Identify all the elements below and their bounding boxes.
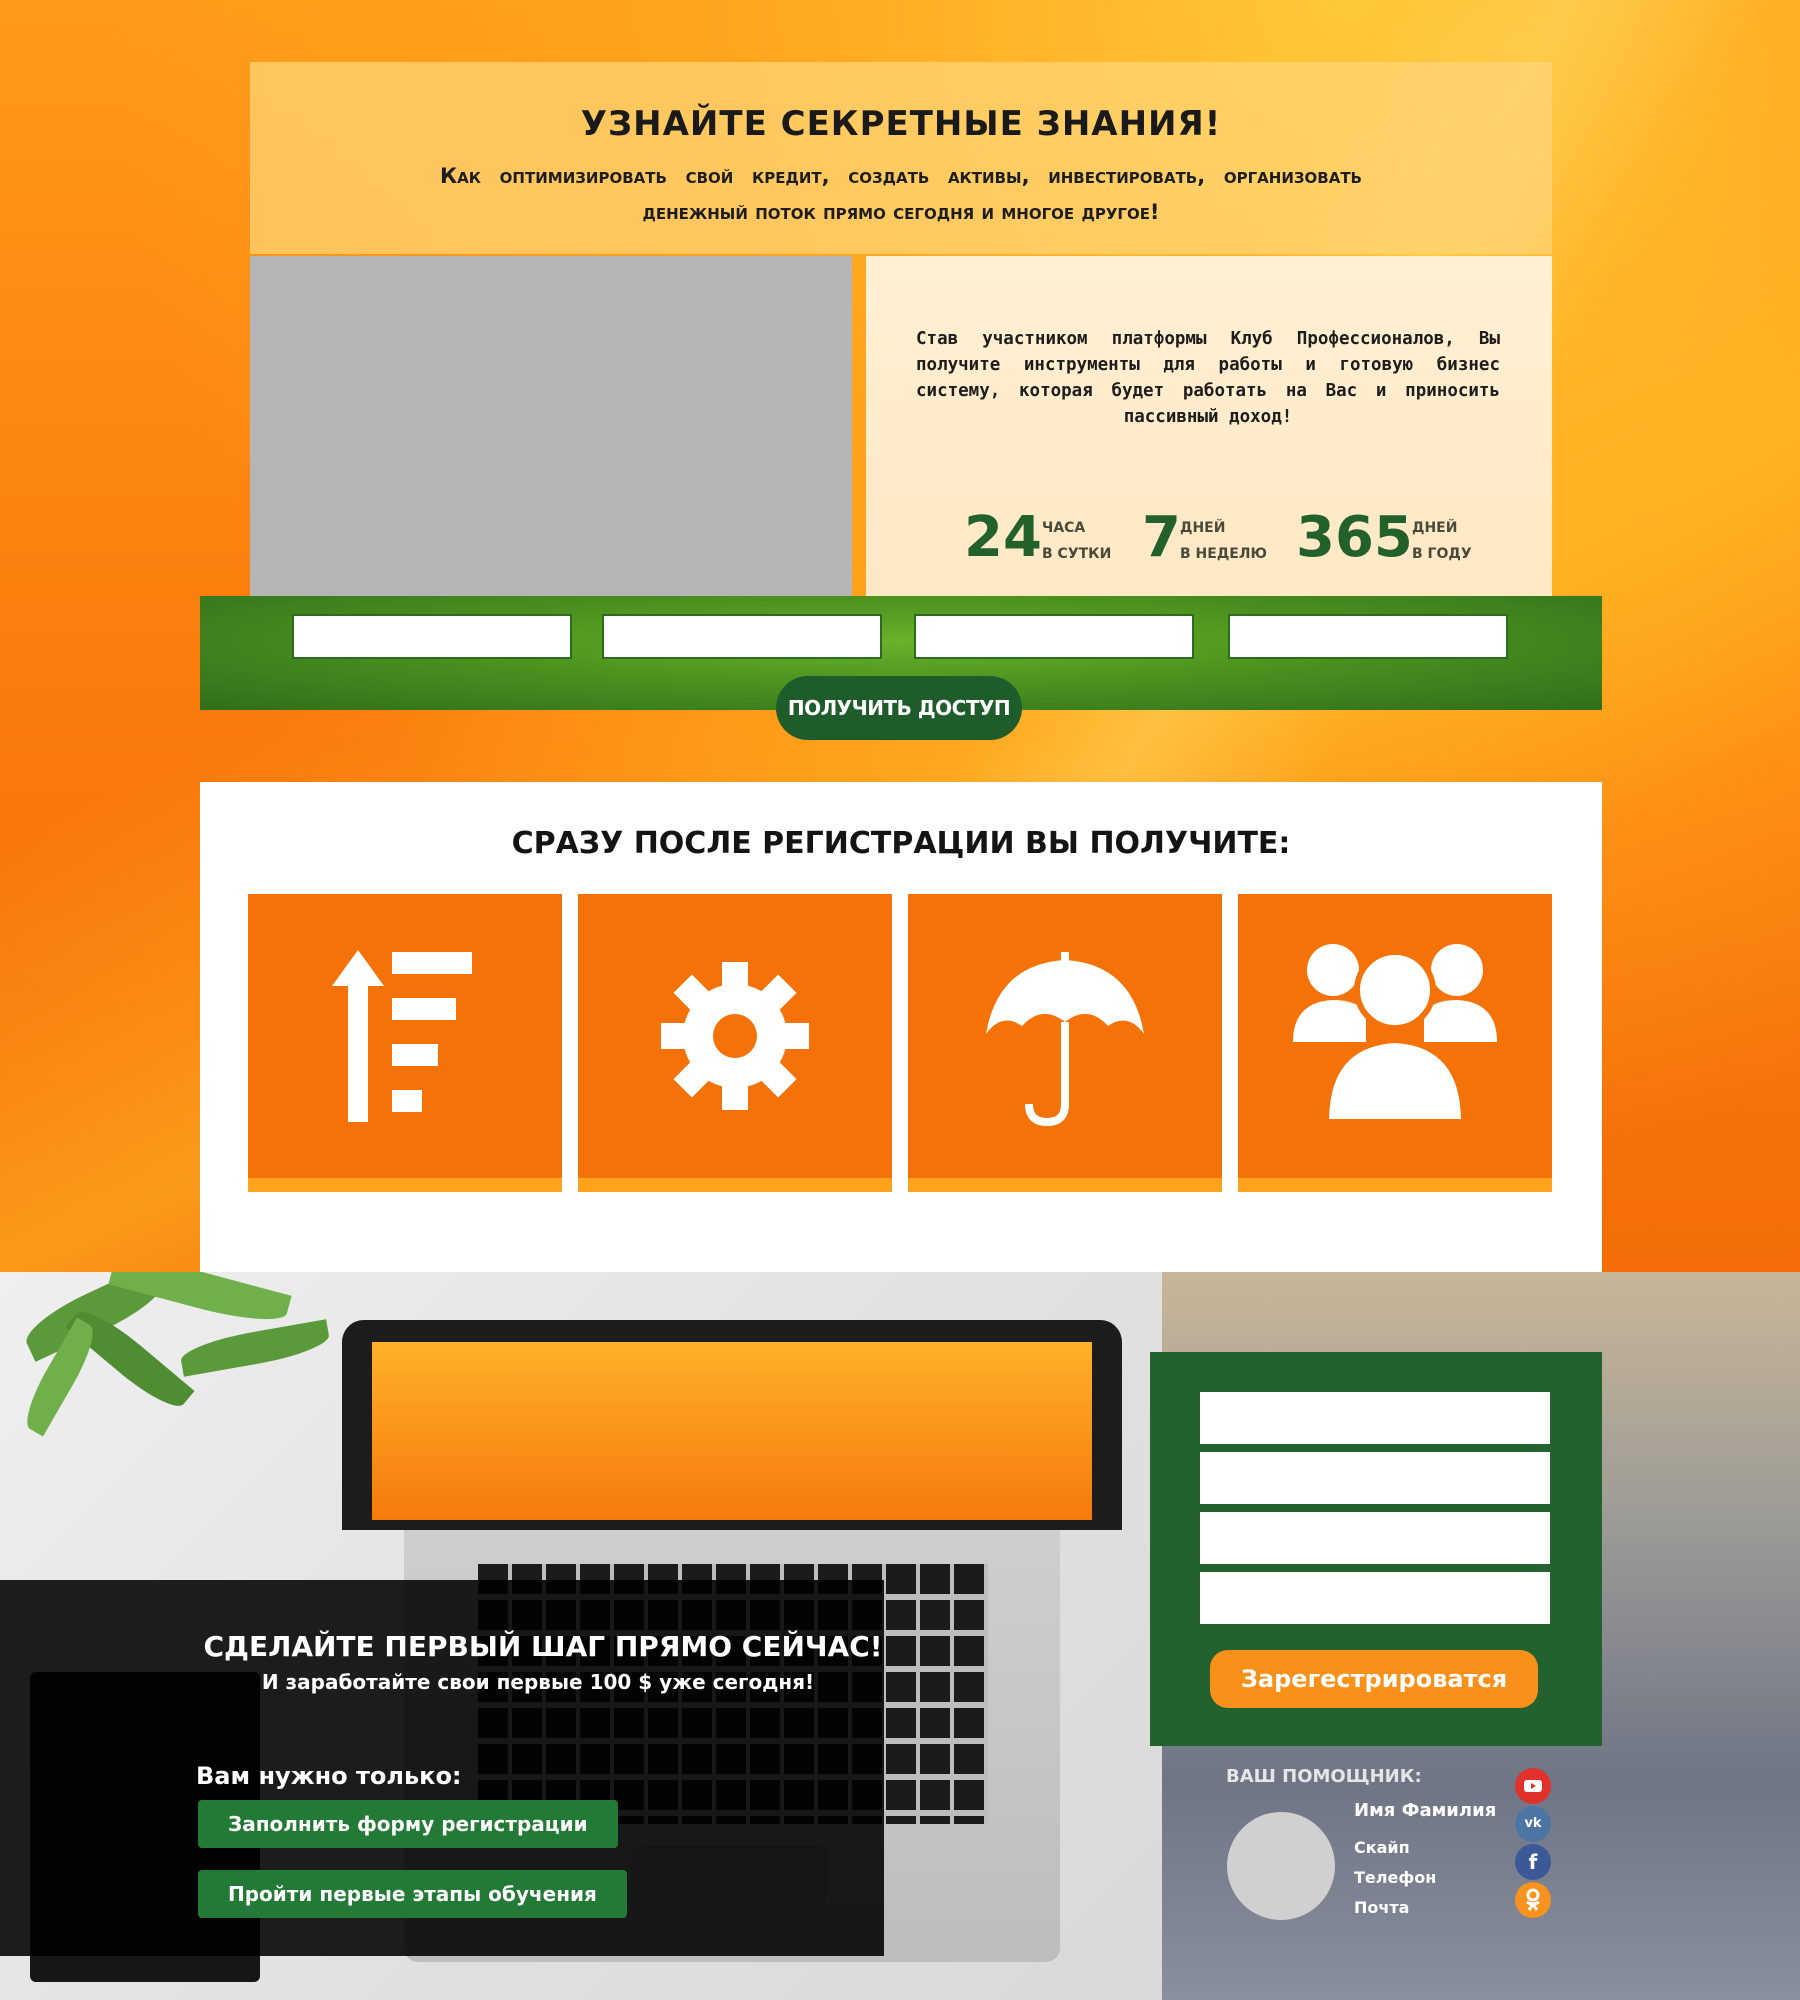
benefit-tile-group [1238, 894, 1552, 1192]
growth-list-icon [332, 950, 472, 1122]
benefit-tile-growth [248, 894, 562, 1192]
youtube-icon[interactable] [1515, 1768, 1551, 1804]
access-input-1[interactable] [292, 614, 572, 659]
reg-input-4[interactable] [1200, 1572, 1550, 1624]
fill-form-button[interactable]: Заполнить форму регистрации [198, 1800, 618, 1848]
hero-section: УЗНАЙТЕ СЕКРЕТНЫЕ ЗНАНИЯ! Как оптимизиро… [250, 62, 1552, 254]
stat-label-bottom: В СУТКИ [1042, 546, 1112, 562]
hero-title: УЗНАЙТЕ СЕКРЕТНЫЕ ЗНАНИЯ! [580, 104, 1222, 144]
benefit-tile-gear [578, 894, 892, 1192]
reg-input-2[interactable] [1200, 1452, 1550, 1504]
helper-skype: Скайп [1354, 1838, 1410, 1857]
vk-icon[interactable]: vk [1515, 1806, 1551, 1842]
stat-label-bottom: В НЕДЕЛЮ [1180, 546, 1267, 562]
facebook-icon[interactable]: f [1515, 1844, 1551, 1880]
benefits-title: СРАЗУ ПОСЛЕ РЕГИСТРАЦИИ ВЫ ПОЛУЧИТЕ: [511, 826, 1291, 861]
access-input-4[interactable] [1228, 614, 1508, 659]
register-button[interactable]: Зарегестрироватся [1210, 1650, 1538, 1708]
stat-label-top: ДНЕЙ [1412, 520, 1458, 536]
get-access-button[interactable]: ПОЛУЧИТЬ ДОСТУП [776, 676, 1022, 740]
access-input-2[interactable] [602, 614, 882, 659]
laptop-screen-frame [342, 1320, 1122, 1530]
reg-input-1[interactable] [1200, 1392, 1550, 1444]
info-panel: Став участником платформы Клуб Профессио… [866, 256, 1552, 596]
gear-icon [661, 962, 809, 1110]
stat-label-top: ЧАСА [1042, 520, 1086, 536]
benefits-section: СРАЗУ ПОСЛЕ РЕГИСТРАЦИИ ВЫ ПОЛУЧИТЕ: [200, 782, 1602, 1272]
umbrella-icon [986, 952, 1144, 1127]
training-steps-button[interactable]: Пройти первые этапы обучения [198, 1870, 627, 1918]
reg-input-3[interactable] [1200, 1512, 1550, 1564]
avatar [1227, 1812, 1335, 1920]
stat-label-top: ДНЕЙ [1180, 520, 1226, 536]
cta-panel: СДЕЛАЙТЕ ПЕРВЫЙ ШАГ ПРЯМО СЕЙЧАС! И зара… [0, 1580, 884, 1956]
helper-email: Почта [1354, 1898, 1410, 1917]
laptop-screen [372, 1342, 1092, 1520]
stat-number: 365 [1296, 505, 1413, 570]
video-placeholder[interactable] [250, 256, 852, 596]
stat-number: 7 [1142, 505, 1181, 570]
cta-need-label: Вам нужно только: [196, 1762, 462, 1790]
hero-subtitle: Как оптимизировать свой кредит, создать … [440, 164, 1362, 224]
cta-title: СДЕЛАЙТЕ ПЕРВЫЙ ШАГ ПРЯМО СЕЙЧАС! [203, 1630, 883, 1663]
plant-leaf [178, 1319, 332, 1377]
info-text: Став участником платформы Клуб Профессио… [916, 329, 1500, 427]
benefit-tile-umbrella [908, 894, 1222, 1192]
stat-label-bottom: В ГОДУ [1412, 546, 1472, 562]
helper-phone: Телефон [1354, 1868, 1437, 1887]
helper-name: Имя Фамилия [1354, 1800, 1497, 1821]
cta-subtitle: И заработайте свои первые 100 $ уже сего… [261, 1670, 815, 1694]
stat-number: 24 [964, 505, 1042, 570]
group-icon [1293, 944, 1497, 1125]
helper-title: ВАШ ПОМОЩНИК: [1226, 1766, 1422, 1787]
odnoklassniki-icon[interactable] [1515, 1882, 1551, 1918]
access-input-3[interactable] [914, 614, 1194, 659]
registration-form: Зарегестрироватся [1150, 1352, 1602, 1746]
